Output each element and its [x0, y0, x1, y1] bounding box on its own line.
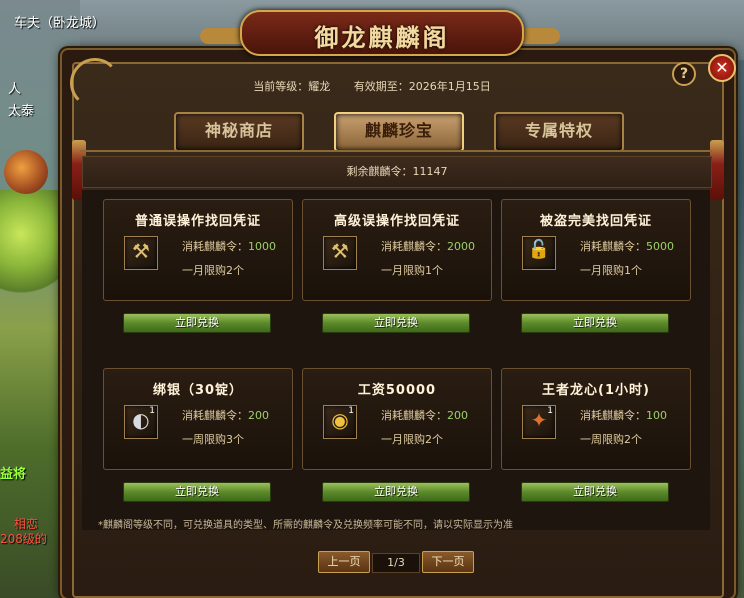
page-indicator: 1/3: [372, 553, 420, 573]
item-limit: 一月限购1个: [381, 264, 443, 277]
hud-red-text: 208级的: [0, 532, 47, 546]
item-title: 普通误操作找回凭证: [134, 214, 261, 229]
exchange-button[interactable]: 立即兑换: [521, 313, 669, 333]
exchange-button[interactable]: 立即兑换: [123, 313, 271, 333]
item-cost: 消耗麒麟令：1000: [182, 240, 276, 253]
item-limit: 一周限购3个: [182, 433, 244, 446]
item-title: 高级误操作找回凭证: [333, 214, 460, 229]
item-limit: 一月限购2个: [381, 433, 443, 446]
expire-date: 有效期至：2026年1月15日: [353, 80, 491, 93]
game-character[interactable]: [4, 150, 48, 194]
hud-side-text: 太泰: [8, 104, 35, 119]
item-cost: 消耗麒麟令：2000: [381, 240, 475, 253]
item-card: 王者龙心(1小时) ✦ 1 消耗麒麟令：100 一周限购2个: [501, 368, 691, 470]
exchange-button[interactable]: 立即兑换: [123, 482, 271, 502]
level-info-row: 当前等级：耀龙 有效期至：2026年1月15日: [0, 78, 744, 94]
remaining-tokens: 剩余麒麟令：11147: [82, 156, 712, 188]
right-tassel: [710, 140, 724, 200]
silver-ingot-icon[interactable]: ◐ 1: [124, 405, 158, 439]
item-card: 工资50000 ◉ 1 消耗麒麟令：200 一月限购2个: [302, 368, 492, 470]
lock-chest-icon[interactable]: 🔓: [522, 236, 556, 270]
item-card: 被盗完美找回凭证 🔓 消耗麒麟令：5000 一月限购1个: [501, 199, 691, 301]
dragon-heart-icon[interactable]: ✦ 1: [522, 405, 556, 439]
item-title: 被盗完美找回凭证: [539, 214, 652, 229]
prev-page-button[interactable]: 上一页: [318, 551, 370, 573]
player-name: 车夫（卧龙城）: [14, 16, 106, 31]
item-cost: 消耗麒麟令：200: [182, 409, 269, 422]
item-card: 绑银（30锭） ◐ 1 消耗麒麟令：200 一周限购3个: [103, 368, 293, 470]
footnote: *麒麟阁等级不同，可兑换道具的类型、所需的麒麟令及兑换频率可能不同，请以实际显示…: [98, 520, 513, 531]
tab-exclusive-privileges[interactable]: 专属特权: [494, 112, 624, 152]
game-tree: [0, 190, 70, 300]
exchange-button[interactable]: 立即兑换: [521, 482, 669, 502]
title-banner: 御龙麒麟阁: [240, 10, 524, 56]
item-cost: 消耗麒麟令：200: [381, 409, 468, 422]
item-card: 高级误操作找回凭证 ⚒ 消耗麒麟令：2000 一月限购1个: [302, 199, 492, 301]
item-cost: 消耗麒麟令：100: [580, 409, 667, 422]
tab-divider: [80, 150, 712, 152]
item-title: 王者龙心(1小时): [542, 383, 650, 398]
exchange-button[interactable]: 立即兑换: [322, 482, 470, 502]
tab-mystery-shop[interactable]: 神秘商店: [174, 112, 304, 152]
item-cost: 消耗麒麟令：5000: [580, 240, 674, 253]
dialog-title: 御龙麒麟阁: [314, 23, 450, 52]
gold-coins-icon[interactable]: ◉ 1: [323, 405, 357, 439]
current-level: 当前等级：耀龙: [253, 80, 331, 93]
hammer-voucher-icon[interactable]: ⚒: [323, 236, 357, 270]
item-title: 工资50000: [357, 383, 437, 398]
item-limit: 一月限购2个: [182, 264, 244, 277]
next-page-button[interactable]: 下一页: [422, 551, 474, 573]
item-title: 绑银（30锭）: [152, 383, 244, 398]
tab-qilin-treasure[interactable]: 麒麟珍宝: [334, 112, 464, 152]
hammer-voucher-icon[interactable]: ⚒: [124, 236, 158, 270]
item-limit: 一周限购2个: [580, 433, 642, 446]
exchange-button[interactable]: 立即兑换: [322, 313, 470, 333]
item-card: 普通误操作找回凭证 ⚒ 消耗麒麟令：1000 一月限购2个: [103, 199, 293, 301]
item-limit: 一月限购1个: [580, 264, 642, 277]
hud-green-text: 益将: [0, 467, 27, 482]
